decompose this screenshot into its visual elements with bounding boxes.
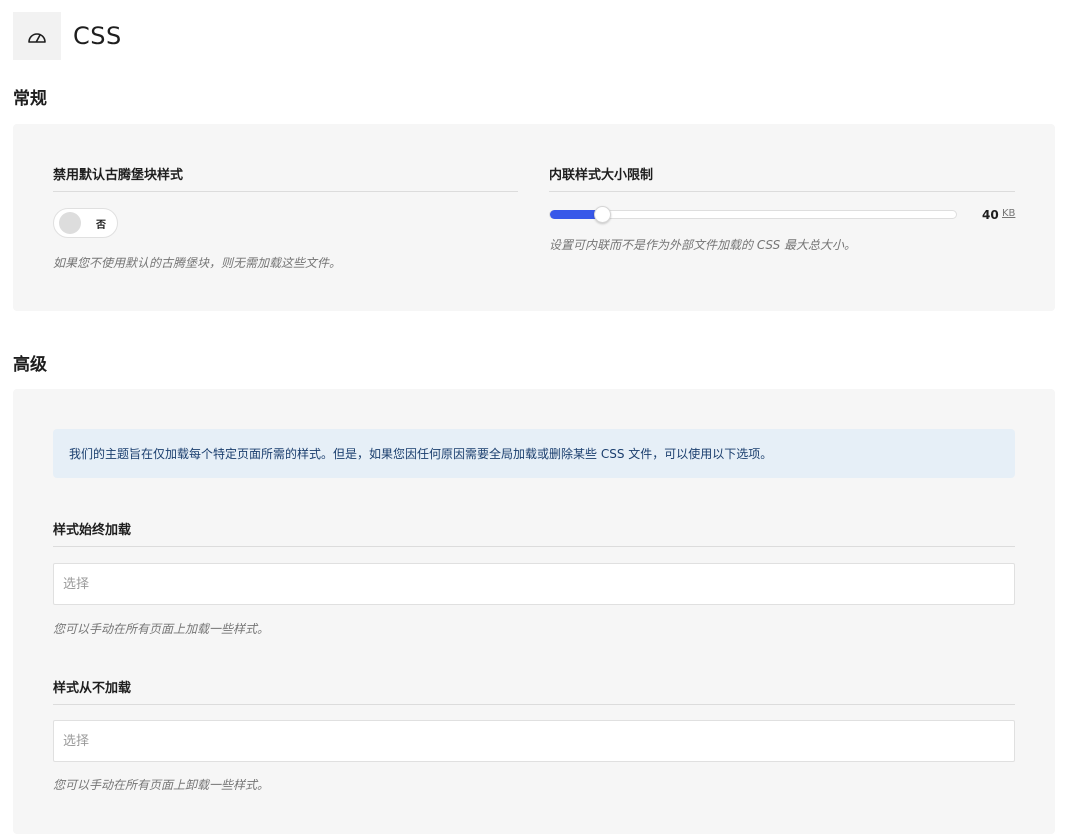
never-load-description: 您可以手动在所有页面上卸载一些样式。 xyxy=(53,778,270,792)
never-load-input[interactable] xyxy=(54,721,1014,761)
section-heading-advanced: 高级 xyxy=(13,355,47,375)
info-notice: 我们的主题旨在仅加载每个特定页面所需的样式。但是，如果您因任何原因需要全局加载或… xyxy=(53,429,1015,478)
page-header: CSS xyxy=(13,12,122,60)
advanced-panel: 我们的主题旨在仅加载每个特定页面所需的样式。但是，如果您因任何原因需要全局加载或… xyxy=(13,389,1055,834)
header-icon-box xyxy=(13,12,61,60)
divider xyxy=(53,191,518,192)
divider xyxy=(53,546,1015,547)
inline-size-limit-label: 内联样式大小限制 xyxy=(549,168,654,183)
disable-block-styles-label: 禁用默认古腾堡块样式 xyxy=(53,168,184,183)
section-heading-general: 常规 xyxy=(13,89,47,109)
never-load-label: 样式从不加载 xyxy=(53,681,132,696)
always-load-select[interactable] xyxy=(53,563,1015,605)
inline-size-limit-description: 设置可内联而不是作为外部文件加载的 CSS 最大总大小。 xyxy=(549,238,857,252)
divider xyxy=(53,704,1015,705)
divider xyxy=(549,191,1015,192)
toggle-state-label: 否 xyxy=(96,219,106,231)
gauge-icon xyxy=(28,33,46,43)
always-load-description: 您可以手动在所有页面上加载一些样式。 xyxy=(53,622,270,636)
always-load-label: 样式始终加载 xyxy=(53,523,132,538)
inline-size-unit: KB xyxy=(1002,208,1016,219)
disable-block-styles-toggle[interactable]: 否 xyxy=(53,208,118,238)
never-load-select[interactable] xyxy=(53,720,1015,762)
inline-size-value: 40 xyxy=(982,208,999,222)
always-load-input[interactable] xyxy=(54,564,1014,604)
page-title: CSS xyxy=(73,22,122,50)
toggle-knob xyxy=(59,212,81,234)
disable-block-styles-description: 如果您不使用默认的古腾堡块，则无需加载这些文件。 xyxy=(53,256,342,270)
inline-size-slider-thumb[interactable] xyxy=(594,206,611,223)
general-panel: 禁用默认古腾堡块样式 否 如果您不使用默认的古腾堡块，则无需加载这些文件。 内联… xyxy=(13,124,1055,311)
